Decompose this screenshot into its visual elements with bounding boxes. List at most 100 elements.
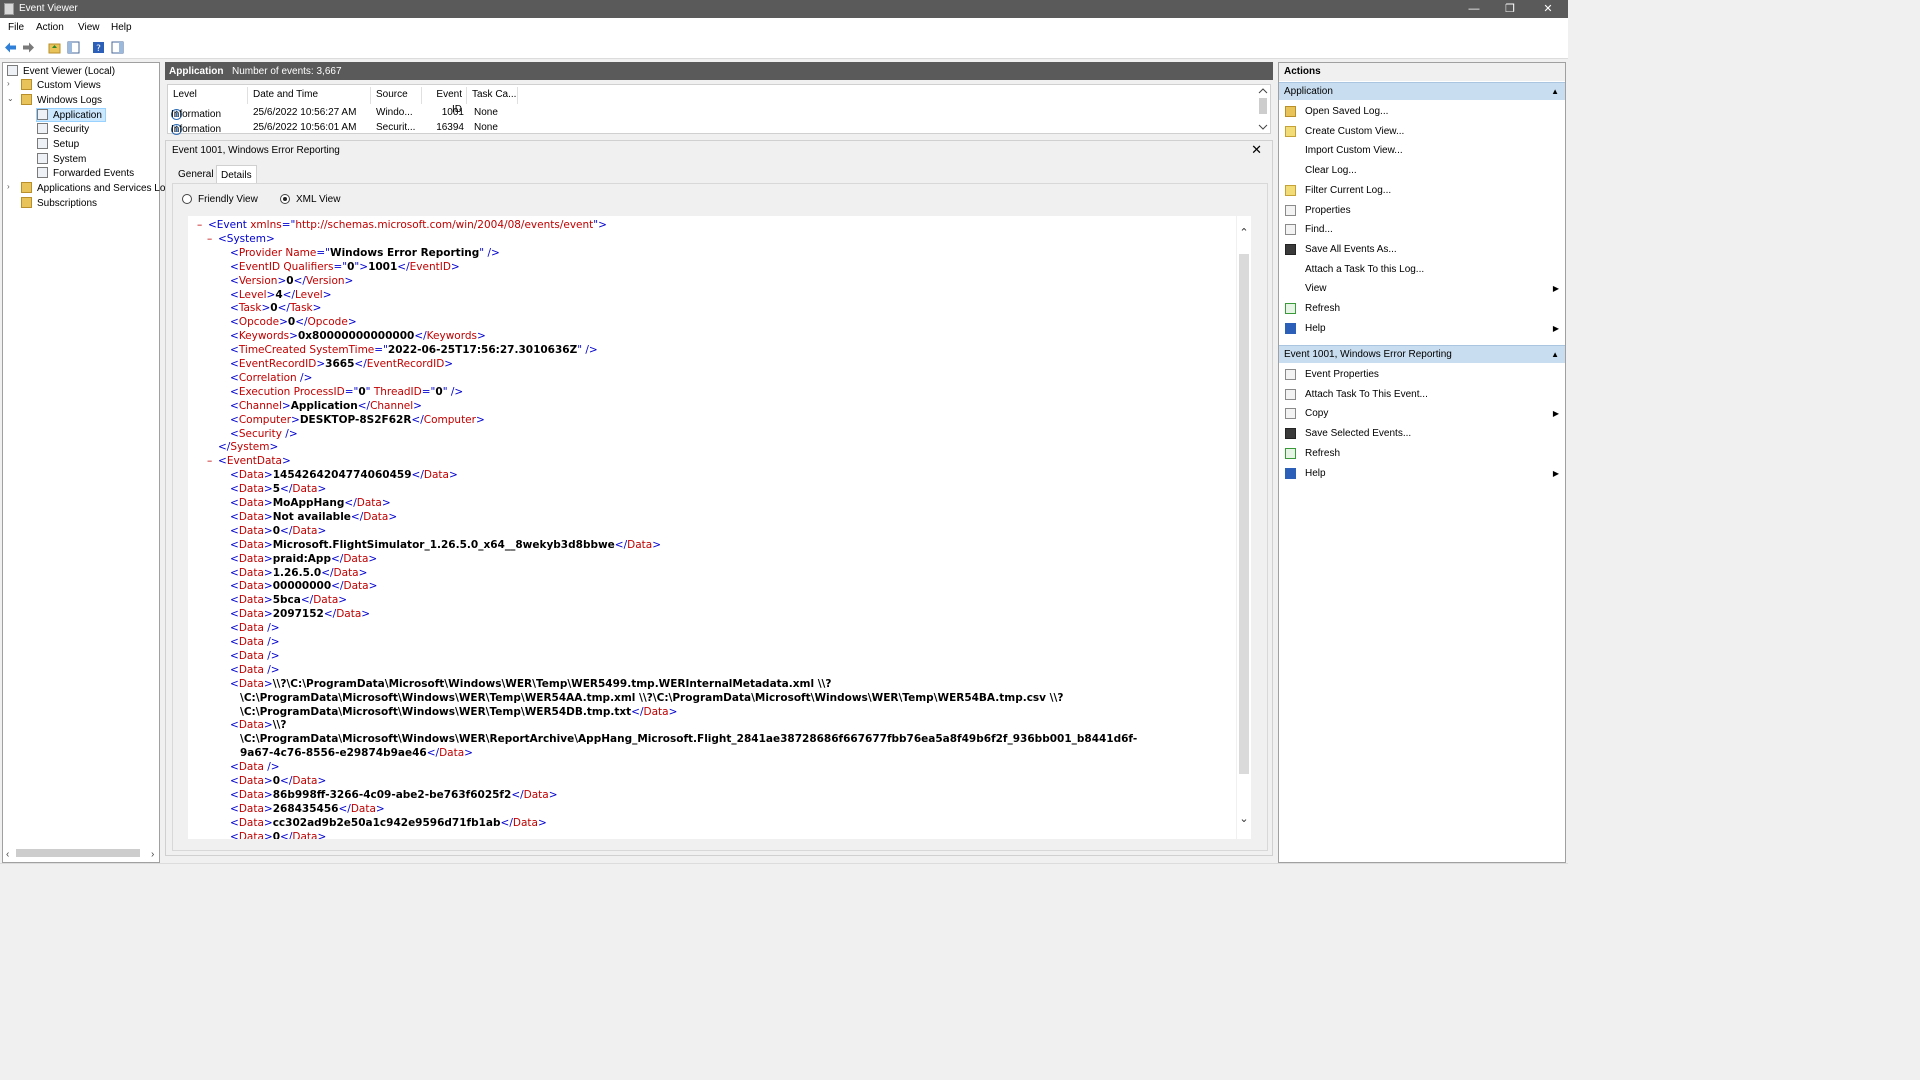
menu-view[interactable]: View — [78, 22, 100, 33]
tree-node-subscriptions[interactable]: Subscriptions — [21, 197, 97, 211]
action-item-attach-task-to-this-event[interactable]: Attach Task To This Event... — [1279, 385, 1565, 404]
event-list-scrollbar[interactable] — [1257, 86, 1269, 132]
xml-token: < — [230, 608, 239, 621]
show-hide-console-tree-icon[interactable] — [67, 41, 80, 54]
xml-line: \C:\ProgramData\Microsoft\Windows\WER\Te… — [240, 705, 677, 719]
close-detail-icon[interactable]: ✕ — [1251, 142, 1262, 158]
action-item-copy[interactable]: Copy ▶ — [1279, 404, 1565, 423]
column-header-task-category[interactable]: Task Ca... — [467, 87, 518, 104]
xml-token: < — [230, 274, 239, 287]
xml-collapse-toggle[interactable]: – — [207, 454, 212, 468]
show-hide-action-pane-icon[interactable] — [111, 41, 124, 54]
column-header-date-time[interactable]: Date and Time — [248, 87, 371, 104]
action-label: Clear Log... — [1305, 165, 1357, 177]
action-item-filter-current-log[interactable]: Filter Current Log... — [1279, 181, 1565, 200]
scroll-thumb[interactable] — [1239, 254, 1249, 774]
event-id: 1001 — [441, 107, 464, 118]
action-item-help[interactable]: Help ▶ — [1279, 464, 1565, 483]
tree-node-application[interactable]: Application — [36, 108, 106, 122]
action-item-refresh[interactable]: Refresh — [1279, 299, 1565, 318]
xml-token: Data — [238, 608, 264, 621]
column-header-source[interactable]: Source — [371, 87, 422, 104]
xml-token: </ — [411, 413, 424, 426]
scroll-up-icon[interactable]: ⌃ — [1237, 226, 1251, 239]
action-item-properties[interactable]: Properties — [1279, 201, 1565, 220]
xml-token: </ — [330, 552, 344, 565]
xml-token: 0 — [358, 385, 366, 398]
action-item-refresh[interactable]: Refresh — [1279, 444, 1565, 463]
action-label: Find... — [1305, 224, 1333, 236]
actions-section-application[interactable]: Application ▲ — [1279, 82, 1565, 100]
expand-arrow-icon[interactable]: › — [7, 182, 10, 191]
tab-details[interactable]: Details — [216, 165, 257, 183]
tree-node-forwarded-events[interactable]: Forwarded Events — [37, 167, 134, 181]
xml-token: EventData — [226, 455, 282, 468]
action-item-import-custom-view[interactable]: Import Custom View... — [1279, 141, 1565, 160]
tree-node-system[interactable]: System — [37, 153, 86, 167]
action-item-help[interactable]: Help ▶ — [1279, 319, 1565, 338]
action-item-save-selected-events[interactable]: Save Selected Events... — [1279, 424, 1565, 443]
action-item-find[interactable]: Find... — [1279, 220, 1565, 239]
xml-collapse-toggle[interactable]: – — [207, 232, 212, 246]
tree-node-setup[interactable]: Setup — [37, 138, 79, 152]
refresh-icon — [1285, 303, 1296, 314]
xml-token: Data — [523, 788, 549, 801]
action-item-attach-a-task-to-this-log[interactable]: Attach a Task To this Log... — [1279, 260, 1565, 279]
collapse-caret-icon[interactable]: ▲ — [1551, 83, 1559, 101]
friendly-view-radio[interactable]: Friendly View — [182, 194, 258, 205]
tab-general[interactable]: General — [174, 165, 218, 183]
column-header-level[interactable]: Level — [168, 87, 248, 104]
action-item-clear-log[interactable]: Clear Log... — [1279, 161, 1565, 180]
action-item-open-saved-log[interactable]: Open Saved Log... — [1279, 102, 1565, 121]
collapse-arrow-icon[interactable]: ⌄ — [7, 94, 14, 103]
tree-node-event-viewer-local[interactable]: Event Viewer (Local) — [7, 65, 115, 79]
xml-token: > — [358, 566, 368, 579]
expand-arrow-icon[interactable]: › — [7, 79, 10, 88]
xml-token: " /> — [577, 344, 598, 357]
action-item-event-properties[interactable]: Event Properties — [1279, 365, 1565, 384]
scroll-down-icon[interactable]: ⌄ — [1237, 812, 1251, 825]
xml-token: > — [263, 510, 273, 523]
xml-token: Data — [238, 580, 264, 593]
tree-horizontal-scrollbar[interactable]: ‹ › — [6, 847, 158, 859]
xml-token: Provider Name — [238, 246, 317, 259]
restore-button[interactable]: ❐ — [1492, 0, 1528, 18]
xml-token: < — [230, 413, 239, 426]
xml-line: <Data>\\? — [230, 718, 286, 732]
up-folder-icon[interactable] — [48, 41, 61, 54]
column-header-event-id[interactable]: Event ID — [422, 87, 467, 115]
xml-collapse-toggle[interactable]: – — [197, 218, 202, 232]
menu-action[interactable]: Action — [36, 22, 64, 33]
action-item-view[interactable]: View ▶ — [1279, 279, 1565, 298]
xml-token: Data — [238, 649, 264, 662]
xml-vertical-scrollbar[interactable]: ⌃ ⌄ — [1237, 216, 1251, 839]
event-row[interactable]: i Information 25/6/2022 10:56:01 AM Secur… — [168, 120, 518, 135]
forward-arrow-icon[interactable] — [22, 41, 35, 54]
action-item-save-all-events-as[interactable]: Save All Events As... — [1279, 240, 1565, 259]
xml-token: > — [537, 816, 547, 829]
help-icon[interactable]: ? — [92, 41, 105, 54]
collapse-caret-icon[interactable]: ▲ — [1551, 346, 1559, 364]
xml-token: < — [230, 497, 239, 509]
menu-help[interactable]: Help — [111, 22, 132, 33]
tree-node-windows-logs[interactable]: ⌄ Windows Logs — [7, 94, 102, 108]
tree-node-applications-and-services[interactable]: › Applications and Services Lo — [7, 182, 165, 196]
actions-section-event[interactable]: Event 1001, Windows Error Reporting ▲ — [1279, 345, 1565, 363]
xml-line: <Data>Not available</Data> — [230, 510, 397, 524]
minimize-button[interactable]: — — [1456, 0, 1492, 18]
menu-file[interactable]: File — [8, 22, 24, 33]
close-window-button[interactable]: ✕ — [1530, 0, 1566, 18]
xml-token: Data — [333, 566, 359, 579]
xml-view-radio[interactable]: XML View — [280, 194, 340, 205]
tree-node-custom-views[interactable]: › Custom Views — [7, 79, 101, 93]
xml-token: < — [230, 663, 239, 676]
event-row[interactable]: i Information 25/6/2022 10:56:27 AM Windo… — [168, 105, 518, 120]
xml-line: <Data>\\?\C:\ProgramData\Microsoft\Windo… — [230, 677, 831, 691]
back-arrow-icon[interactable] — [4, 41, 17, 54]
xml-token: > — [477, 330, 486, 343]
action-item-create-custom-view[interactable]: Create Custom View... — [1279, 122, 1565, 141]
xml-token: Application — [290, 399, 358, 412]
tree-node-label: Forwarded Events — [53, 168, 135, 179]
xml-token: Microsoft.FlightSimulator_1.26.5.0_x64__… — [272, 538, 615, 551]
tree-node-security[interactable]: Security — [37, 123, 89, 137]
